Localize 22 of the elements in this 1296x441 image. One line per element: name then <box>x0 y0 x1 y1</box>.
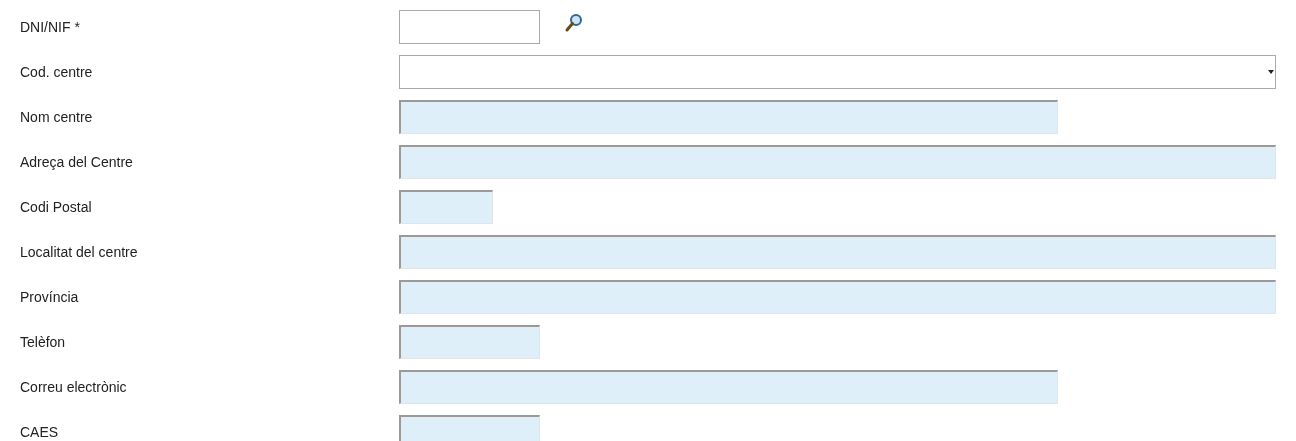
field-label: Província <box>19 287 80 307</box>
input-field[interactable] <box>399 100 1058 134</box>
dropdown[interactable] <box>399 55 1276 89</box>
field-label: Localitat del centre <box>19 242 139 262</box>
field-label: DNI/NIF * <box>19 17 81 37</box>
field-label: CAES <box>19 422 60 441</box>
input-field[interactable] <box>399 325 540 359</box>
input-field[interactable] <box>399 145 1276 179</box>
field-label: Nom centre <box>19 107 94 127</box>
field-label: Cod. centre <box>19 62 94 82</box>
input-field[interactable] <box>399 235 1276 269</box>
field-label: Codi Postal <box>19 197 93 217</box>
input-field[interactable] <box>399 10 540 44</box>
input-field[interactable] <box>399 190 493 224</box>
field-label: Correu electrònic <box>19 377 128 397</box>
search-icon[interactable] <box>564 13 584 33</box>
input-field[interactable] <box>399 280 1276 314</box>
field-label: Telèfon <box>19 332 67 352</box>
input-field[interactable] <box>399 370 1058 404</box>
caret-icon <box>1268 70 1274 74</box>
field-label: Adreça del Centre <box>19 152 134 172</box>
input-field[interactable] <box>399 415 540 441</box>
